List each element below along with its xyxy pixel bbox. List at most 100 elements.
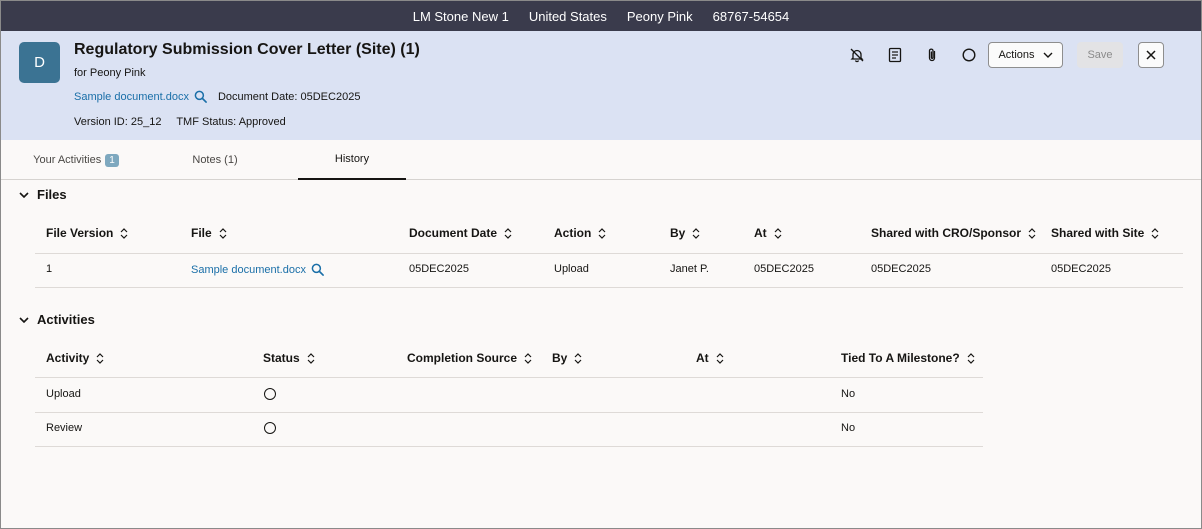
- cell-tied-to-milestone: No: [841, 422, 856, 434]
- column-header-label: At: [696, 351, 709, 365]
- page-title: Regulatory Submission Cover Letter (Site…: [74, 41, 420, 58]
- column-header-label: At: [754, 226, 767, 240]
- status-circle-icon: [264, 388, 276, 400]
- chevron-down-icon: [19, 316, 29, 323]
- tmf-status-field: TMF Status: Approved: [176, 116, 285, 128]
- sort-icon: [1151, 227, 1159, 239]
- cell-at: 05DEC2025: [754, 263, 814, 275]
- tab-notes[interactable]: Notes (1): [161, 140, 269, 180]
- context-study: LM Stone New 1: [412, 8, 509, 24]
- tab-history-label: History: [334, 153, 370, 165]
- sort-icon: [598, 227, 606, 239]
- column-header-at[interactable]: At: [696, 351, 724, 365]
- column-header-shared-cro[interactable]: Shared with CRO/Sponsor: [871, 226, 1036, 240]
- tab-bar: Your Activities 1 Notes (1) History: [1, 140, 1201, 180]
- document-header: D Regulatory Submission Cover Letter (Si…: [1, 31, 1201, 140]
- activities-section-title: Activities: [37, 312, 95, 327]
- column-header-file[interactable]: File: [191, 226, 227, 240]
- column-header-label: Shared with Site: [1051, 226, 1145, 240]
- column-header-label: Activity: [46, 351, 90, 365]
- version-value: 25_12: [130, 116, 162, 128]
- cell-shared-cro: 05DEC2025: [871, 263, 931, 275]
- page-subtitle: for Peony Pink: [74, 67, 146, 79]
- document-meta-line: Sample document.docx Document Date: 05DE…: [74, 90, 360, 103]
- chevron-down-icon: [19, 191, 29, 198]
- row-divider: [35, 287, 1183, 288]
- row-divider: [35, 253, 1183, 254]
- column-header-status[interactable]: Status: [263, 351, 315, 365]
- cell-document-date: 05DEC2025: [409, 263, 469, 275]
- cell-status: [264, 422, 276, 434]
- notification-off-icon[interactable]: [845, 42, 869, 68]
- column-header-label: Completion Source: [407, 351, 518, 365]
- status-circle-icon: [264, 422, 276, 434]
- tab-your-activities[interactable]: Your Activities 1: [1, 140, 151, 180]
- files-section-title: Files: [37, 187, 67, 202]
- tmf-status-label: TMF Status:: [176, 116, 237, 128]
- files-section-toggle[interactable]: Files: [19, 187, 67, 202]
- column-header-by[interactable]: By: [552, 351, 582, 365]
- file-link[interactable]: Sample document.docx: [74, 91, 189, 103]
- column-header-tied-to-milestone[interactable]: Tied To A Milestone?: [841, 351, 975, 365]
- attachment-icon[interactable]: [920, 42, 944, 68]
- chevron-down-icon: [1043, 52, 1053, 58]
- activities-count-badge: 1: [105, 153, 119, 167]
- sort-icon: [307, 352, 315, 364]
- row-divider: [35, 377, 983, 378]
- document-date-value: 05DEC2025: [300, 90, 361, 103]
- save-button[interactable]: Save: [1077, 42, 1123, 68]
- sort-icon: [524, 352, 532, 364]
- sort-icon: [967, 352, 975, 364]
- tmf-status-value: Approved: [238, 116, 286, 128]
- tab-your-activities-label: Your Activities: [33, 154, 102, 166]
- column-header-label: Action: [554, 226, 592, 240]
- actions-label: Actions: [998, 49, 1035, 61]
- sort-icon: [96, 352, 104, 364]
- sort-icon: [1028, 227, 1036, 239]
- activities-section-toggle[interactable]: Activities: [19, 312, 95, 327]
- file-link[interactable]: Sample document.docx: [191, 264, 306, 276]
- tab-history[interactable]: History: [298, 140, 406, 180]
- document-avatar: D: [19, 42, 60, 83]
- column-header-label: Document Date: [409, 226, 498, 240]
- column-header-action[interactable]: Action: [554, 226, 606, 240]
- column-header-label: Tied To A Milestone?: [841, 351, 960, 365]
- column-header-label: By: [670, 226, 686, 240]
- cell-file: Sample document.docx: [191, 263, 324, 276]
- sort-icon: [574, 352, 582, 364]
- notes-icon[interactable]: [883, 42, 907, 68]
- column-header-document-date[interactable]: Document Date: [409, 226, 512, 240]
- column-header-label: File Version: [46, 226, 114, 240]
- close-icon: [1146, 50, 1156, 60]
- sort-icon: [692, 227, 700, 239]
- cell-tied-to-milestone: No: [841, 388, 856, 400]
- column-header-completion-source[interactable]: Completion Source: [407, 351, 532, 365]
- version-meta-line: Version ID: 25_12 TMF Status: Approved: [74, 116, 298, 128]
- preview-search-icon[interactable]: [311, 263, 324, 276]
- actions-button[interactable]: Actions: [988, 42, 1063, 68]
- close-button[interactable]: [1138, 42, 1164, 68]
- column-header-by[interactable]: By: [670, 226, 700, 240]
- column-header-file-version[interactable]: File Version: [46, 226, 128, 240]
- tab-notes-label: Notes (1): [192, 154, 238, 166]
- sort-icon: [219, 227, 227, 239]
- column-header-activity[interactable]: Activity: [46, 351, 104, 365]
- cell-activity: Review: [46, 422, 83, 434]
- cell-by: Janet P.: [670, 263, 709, 275]
- document-date-label: Document Date:: [217, 90, 298, 103]
- column-header-label: Shared with CRO/Sponsor: [871, 226, 1022, 240]
- cell-action: Upload: [554, 263, 589, 275]
- column-header-shared-site[interactable]: Shared with Site: [1051, 226, 1159, 240]
- cell-shared-site: 05DEC2025: [1051, 263, 1111, 275]
- row-divider: [35, 412, 983, 413]
- preview-search-icon[interactable]: [194, 90, 207, 103]
- column-header-at[interactable]: At: [754, 226, 782, 240]
- status-circle-icon[interactable]: [957, 42, 981, 68]
- record-window: LM Stone New 1 United States Peony Pink …: [0, 0, 1202, 529]
- column-header-label: Status: [263, 351, 300, 365]
- sort-icon: [504, 227, 512, 239]
- context-country: United States: [528, 8, 607, 24]
- column-header-label: File: [191, 226, 212, 240]
- cell-file-version: 1: [46, 263, 53, 275]
- version-label: Version ID:: [74, 116, 128, 128]
